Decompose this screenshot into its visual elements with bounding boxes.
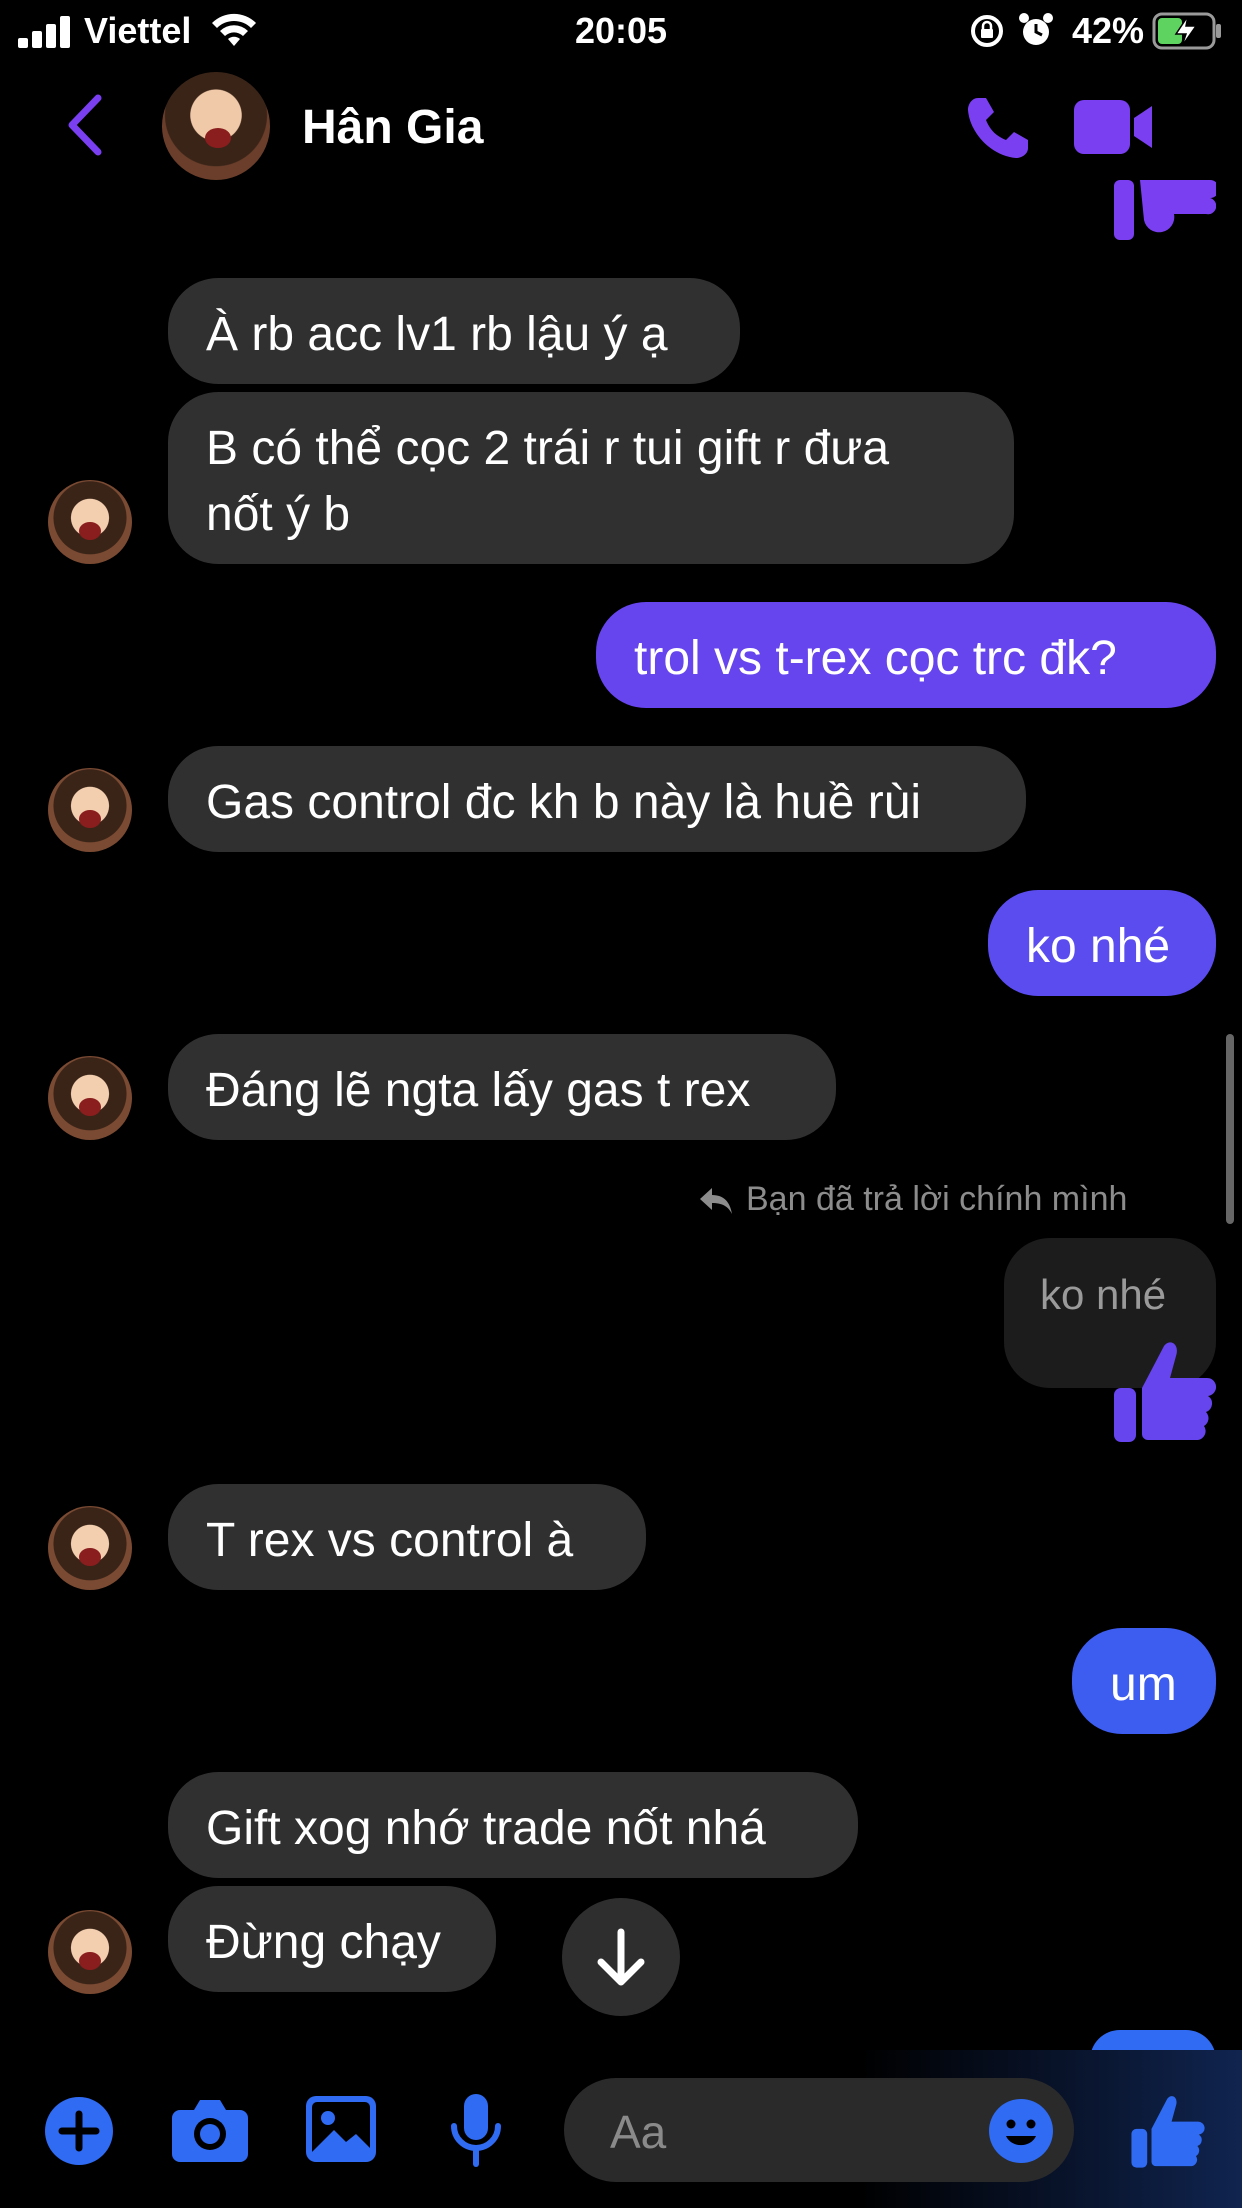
emoji-icon[interactable]	[988, 2098, 1054, 2164]
alarm-icon	[1019, 13, 1053, 45]
incoming-message[interactable]: T rex vs control à	[168, 1484, 646, 1590]
scroll-to-bottom-button[interactable]	[562, 1898, 680, 2016]
video-call-icon[interactable]	[1074, 100, 1154, 154]
like-thumb-icon[interactable]	[1130, 2090, 1206, 2172]
sender-avatar[interactable]	[48, 1056, 132, 1140]
incoming-message[interactable]: B có thể cọc 2 trái r tui gift r đưa nốt…	[168, 392, 1014, 564]
add-plus-icon[interactable]	[44, 2096, 114, 2166]
incoming-message[interactable]: Đừng chạy	[168, 1886, 496, 1992]
reply-note: Bạn đã trả lời chính mình	[746, 1180, 1128, 1218]
incoming-message[interactable]: Gift xog nhớ trade nốt nhá	[168, 1772, 858, 1878]
status-bar: Viettel 20:05 42%	[0, 0, 1242, 64]
sender-avatar[interactable]	[48, 1910, 132, 1994]
message-text: um	[1110, 1658, 1177, 1711]
outgoing-message[interactable]: trol vs t-rex cọc trc đk?	[596, 602, 1216, 708]
contact-name[interactable]: Hân Gia	[302, 100, 483, 155]
message-text: Gift xog nhớ trade nốt nhá	[206, 1802, 766, 1855]
scrollbar[interactable]	[1226, 1034, 1234, 1224]
message-input-placeholder: Aa	[610, 2106, 667, 2158]
message-text: Đừng chạy	[206, 1916, 441, 1969]
orientation-lock-icon	[971, 15, 1003, 47]
message-text: T rex vs control à	[206, 1514, 574, 1567]
status-time: 20:05	[574, 10, 668, 51]
incoming-message[interactable]: Đáng lẽ ngta lấy gas t rex	[168, 1034, 836, 1140]
message-text: Gas control đc kh b này là huề rùi	[206, 776, 922, 829]
sender-avatar[interactable]	[48, 768, 132, 852]
battery-icon	[1152, 12, 1221, 50]
phone-call-icon[interactable]	[964, 94, 1032, 162]
message-text-line: B có thể cọc 2 trái r tui gift r đưa	[206, 422, 890, 475]
sender-avatar[interactable]	[48, 1506, 132, 1590]
incoming-message[interactable]: À rb acc lv1 rb lậu ý ạ	[168, 278, 740, 384]
quoted-text: ko nhé	[1040, 1271, 1167, 1318]
like-thumb-icon[interactable]	[1112, 1338, 1218, 1444]
message-text: trol vs t-rex cọc trc đk?	[634, 632, 1117, 685]
message-text: À rb acc lv1 rb lậu ý ạ	[206, 308, 668, 361]
camera-icon[interactable]	[172, 2096, 248, 2162]
message-text-line: nốt ý b	[206, 488, 351, 541]
outgoing-message[interactable]: ko nhé	[988, 890, 1216, 996]
battery-percent: 42%	[1071, 10, 1144, 51]
sender-avatar[interactable]	[48, 480, 132, 564]
message-text: Đáng lẽ ngta lấy gas t rex	[206, 1064, 751, 1117]
incoming-message[interactable]: Gas control đc kh b này là huề rùi	[168, 746, 1026, 852]
reply-arrow-icon	[700, 1188, 732, 1214]
back-chevron-icon[interactable]	[62, 92, 106, 158]
like-thumb-icon	[1114, 180, 1216, 240]
message-text: ko nhé	[1026, 920, 1171, 973]
outgoing-message[interactable]: um	[1072, 1628, 1216, 1734]
microphone-icon[interactable]	[448, 2094, 504, 2168]
arrow-down-icon	[597, 1928, 645, 1986]
contact-avatar[interactable]	[162, 72, 270, 180]
gallery-image-icon[interactable]	[306, 2096, 376, 2162]
